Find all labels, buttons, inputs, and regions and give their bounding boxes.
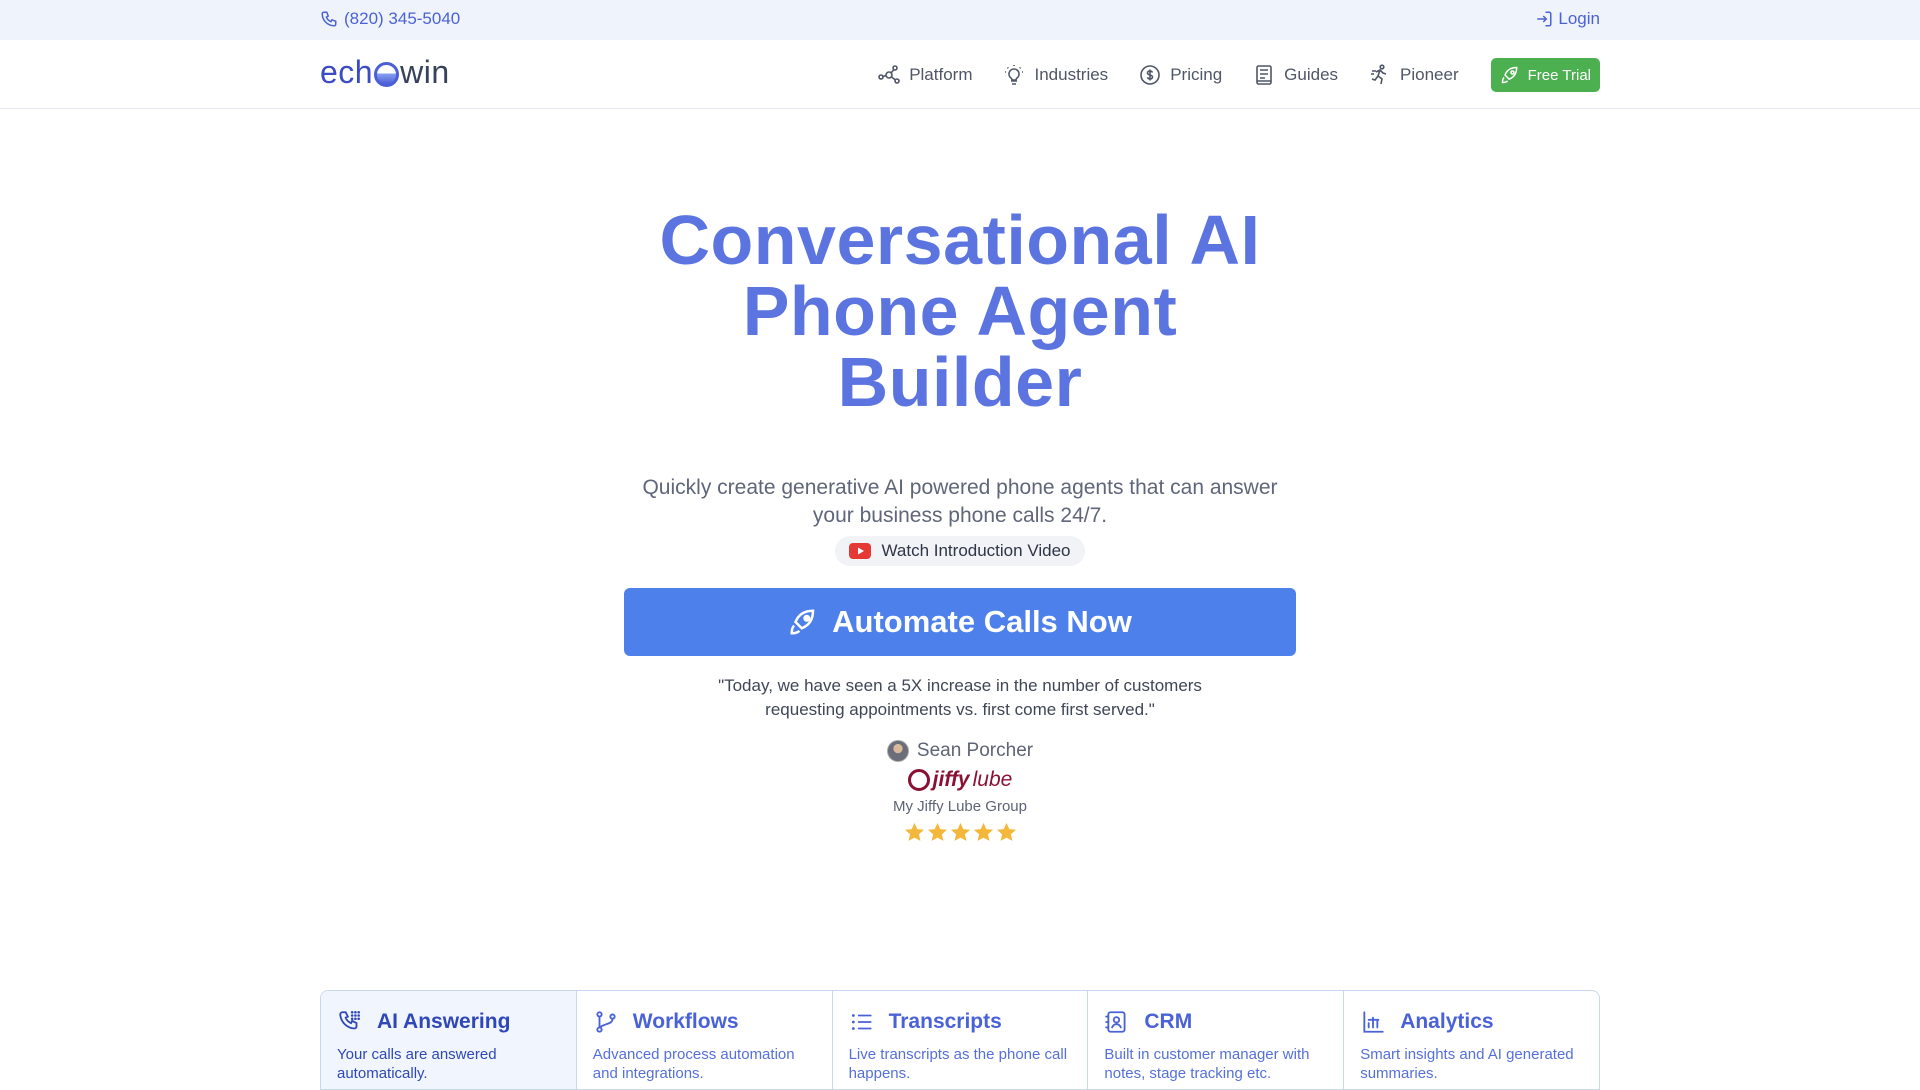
jiffy-lube-mark-icon [907,769,930,791]
automate-calls-button[interactable]: Automate Calls Now [624,588,1296,656]
star-icon [973,822,993,841]
feature-title: Transcripts [888,1010,1002,1033]
jiffy-lube-logo: jiffy lube [0,768,1920,792]
network-icon [878,65,900,84]
free-trial-button[interactable]: Free Trial [1490,58,1600,92]
logo-o-icon [374,61,400,87]
feature-tab-crm[interactable]: CRM Built in customer manager with notes,… [1088,991,1345,1089]
nav-item-guides[interactable]: Guides [1252,63,1338,87]
star-icon [904,822,924,841]
feature-tabs: AI Answering Your calls are answered auto… [320,990,1600,1090]
hero-section: Conversational AI Phone Agent Builder Qu… [0,205,1920,844]
branch-icon [596,1011,616,1033]
testimonial-author: Sean Porcher [0,740,1920,762]
star-icon [996,822,1016,841]
hero-title: Conversational AI Phone Agent Builder [0,205,1920,418]
nav-item-label: Guides [1284,65,1339,84]
logo-text-bold: jiffy [932,768,970,791]
star-rating [0,821,1920,844]
feature-title: CRM [1144,1010,1193,1033]
rocket-icon [1501,66,1518,84]
lightbulb-icon [1005,65,1024,85]
list-icon [851,1014,872,1030]
logo-text-light: lube [972,768,1013,791]
nav-item-label: Pricing [1170,65,1223,84]
phone-icon [321,11,337,27]
phone-link[interactable]: (820) 345-5040 [320,9,460,29]
bar-chart-icon [1363,1011,1384,1033]
top-bar: (820) 345-5040 Login [0,0,1920,40]
phone-dialpad-icon [339,1010,360,1030]
nav-item-label: Platform [909,65,973,84]
automate-calls-label: Automate Calls Now [832,604,1132,639]
login-link[interactable]: Login [1535,9,1600,29]
hero-title-line-2: Phone Agent [742,272,1178,350]
company-name: My Jiffy Lube Group [893,798,1027,815]
dollar-icon [1140,65,1160,85]
feature-heading: Analytics [1360,1009,1583,1035]
feature-description: Live transcripts as the phone call happe… [848,1046,1068,1082]
hero-title-line-1: Conversational AI [659,201,1261,279]
nav-item-pioneer[interactable]: Pioneer [1368,63,1459,87]
main-navbar: ech win Platform Industries Pricing Guid… [0,40,1920,109]
youtube-icon [849,543,872,559]
feature-description: Your calls are answered automatically. [337,1046,497,1082]
logo-text-right: win [400,54,450,90]
feature-title: Analytics [1400,1010,1494,1033]
avatar [886,740,909,762]
nav-item-label: Industries [1034,65,1109,84]
nav-item-industries[interactable]: Industries [1002,63,1108,87]
star-icon [950,822,970,841]
hero-subtitle: Quickly create generative AI powered pho… [642,476,1278,527]
hero-title-line-3: Builder [837,343,1083,421]
feature-heading: Workflows [593,1009,816,1035]
feature-description: Built in customer manager with notes, st… [1104,1046,1310,1082]
logo-text-left: ech [320,54,374,90]
login-icon [1537,11,1552,27]
feature-heading: Transcripts [849,1009,1072,1035]
feature-description: Smart insights and AI generated summarie… [1360,1046,1574,1082]
watch-video-button[interactable]: Watch Introduction Video [835,536,1085,566]
author-name: Sean Porcher [916,740,1034,761]
runner-icon [1371,64,1387,85]
nav-item-pricing[interactable]: Pricing [1138,63,1222,87]
login-label: Login [1558,9,1600,28]
feature-heading: CRM [1104,1009,1327,1035]
feature-description: Advanced process automation and integrat… [592,1046,795,1082]
contact-card-icon [1105,1011,1126,1033]
watch-video-label: Watch Introduction Video [881,541,1071,560]
nav-item-label: Pioneer [1400,65,1459,84]
feature-tab-analytics[interactable]: Analytics Smart insights and AI generated… [1344,991,1599,1089]
rocket-icon [790,609,815,635]
phone-number: (820) 345-5040 [344,9,461,28]
feature-title: Workflows [632,1010,739,1033]
nav-menu: Platform Industries Pricing Guides Pione… [877,58,1600,92]
free-trial-label: Free Trial [1527,66,1591,84]
feature-tab-workflows[interactable]: Workflows Advanced process automation and… [577,991,833,1089]
star-icon [927,822,947,841]
nav-item-platform[interactable]: Platform [877,63,972,87]
feature-heading: AI Answering [337,1009,560,1035]
book-icon [1256,65,1272,85]
feature-tab-transcripts[interactable]: Transcripts Live transcripts as the phone… [833,991,1089,1089]
feature-title: AI Answering [377,1010,511,1033]
feature-tab-ai-answering[interactable]: AI Answering Your calls are answered auto… [321,991,577,1089]
testimonial-quote: "Today, we have seen a 5X increase in th… [718,676,1202,719]
echowin-logo[interactable]: ech win [320,54,450,91]
